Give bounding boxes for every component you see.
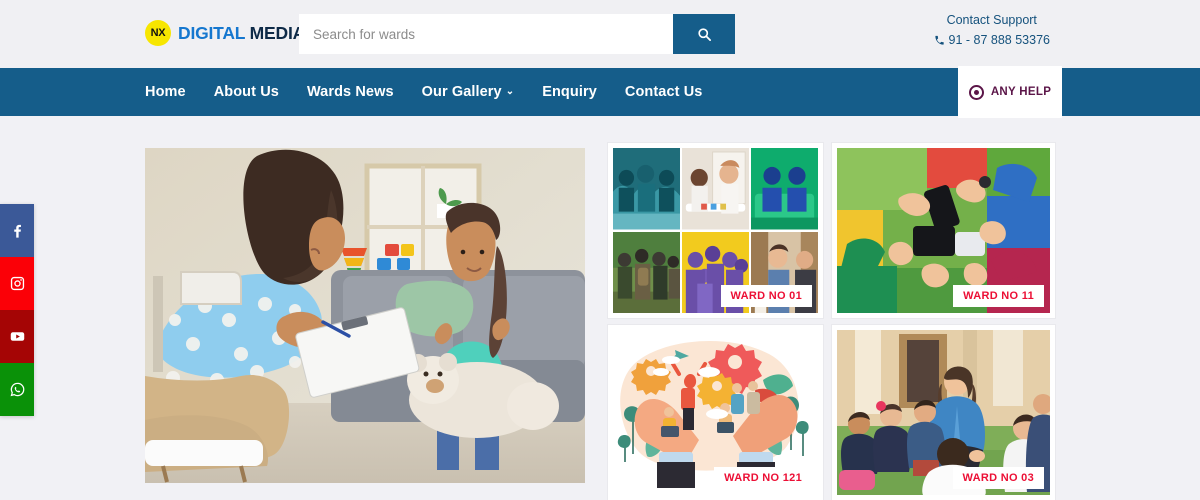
- nav-label: About Us: [213, 84, 279, 100]
- gallery-grid: WARD NO 01 WARD NO 11 WARD NO 121 WARD N…: [608, 143, 1055, 500]
- chevron-down-icon: ⌄: [505, 86, 515, 97]
- support-phone-row[interactable]: 91 - 87 888 53376: [934, 30, 1050, 50]
- gallery-card-ward-03[interactable]: WARD NO 03: [832, 325, 1055, 500]
- youtube-icon: [10, 332, 24, 341]
- ward-tag: WARD NO 03: [952, 467, 1044, 489]
- nav-item-wards-news[interactable]: Wards News: [307, 84, 394, 100]
- search-button[interactable]: [673, 14, 735, 54]
- nav-item-contact-us[interactable]: Contact Us: [625, 84, 703, 100]
- social-link-instagram[interactable]: [0, 257, 34, 310]
- collage-cell: [613, 231, 680, 313]
- hero-illustration: [145, 148, 585, 483]
- gallery-card-ward-121[interactable]: WARD NO 121: [608, 325, 823, 500]
- logo-mark-icon: NX: [145, 20, 171, 46]
- any-help-button[interactable]: ANY HELP: [958, 66, 1062, 118]
- instagram-icon: [10, 276, 24, 291]
- ward-tag: WARD NO 121: [714, 467, 812, 489]
- support-phone-number: 91 - 87 888 53376: [948, 33, 1050, 47]
- search-bar: [299, 14, 735, 54]
- page-root: NX DIGITAL MEDIA Contact Support 91 -: [0, 0, 1200, 500]
- nav-label: Home: [145, 84, 186, 100]
- target-dot-icon: [968, 84, 984, 100]
- gallery-card-ward-01[interactable]: WARD NO 01: [608, 143, 823, 318]
- site-logo[interactable]: NX DIGITAL MEDIA: [145, 20, 305, 46]
- nav-item-our-gallery[interactable]: Our Gallery ⌄: [422, 84, 515, 100]
- ward-tag: WARD NO 11: [953, 285, 1044, 307]
- nav-label: Wards News: [306, 84, 394, 100]
- top-bar: NX DIGITAL MEDIA Contact Support 91 -: [0, 0, 1200, 68]
- nav-item-enquiry[interactable]: Enquiry: [542, 84, 597, 100]
- social-sidebar: [0, 204, 34, 416]
- search-icon: [697, 27, 711, 41]
- logo-wordmark: DIGITAL MEDIA: [178, 23, 305, 44]
- logo-word-digital: DIGITAL: [178, 22, 245, 43]
- hero-image: [145, 148, 585, 483]
- nav-label: Our Gallery: [421, 84, 502, 100]
- whatsapp-icon: [10, 382, 24, 397]
- logo-word-media: MEDIA: [249, 22, 306, 43]
- gallery-card-ward-11[interactable]: WARD NO 11: [832, 143, 1055, 318]
- search-input[interactable]: [299, 14, 673, 54]
- collage-cell: [613, 148, 680, 230]
- contact-support: Contact Support 91 - 87 888 53376: [934, 10, 1050, 50]
- collage-cell: [682, 148, 749, 230]
- any-help-label: ANY HELP: [990, 86, 1052, 98]
- collage-cell: [751, 148, 818, 230]
- social-link-whatsapp[interactable]: [0, 363, 34, 416]
- support-title: Contact Support: [946, 13, 1037, 27]
- nav-item-about-us[interactable]: About Us: [214, 84, 279, 100]
- nav-label: Contact Us: [624, 84, 703, 100]
- nav-label: Enquiry: [542, 84, 597, 100]
- facebook-icon: [13, 224, 21, 238]
- nav-item-home[interactable]: Home: [145, 84, 186, 100]
- social-link-youtube[interactable]: [0, 310, 34, 363]
- nav-links: Home About Us Wards News Our Gallery ⌄ E…: [145, 68, 702, 116]
- social-link-facebook[interactable]: [0, 204, 34, 257]
- ward-tag: WARD NO 01: [720, 285, 812, 307]
- phone-icon: [934, 35, 944, 45]
